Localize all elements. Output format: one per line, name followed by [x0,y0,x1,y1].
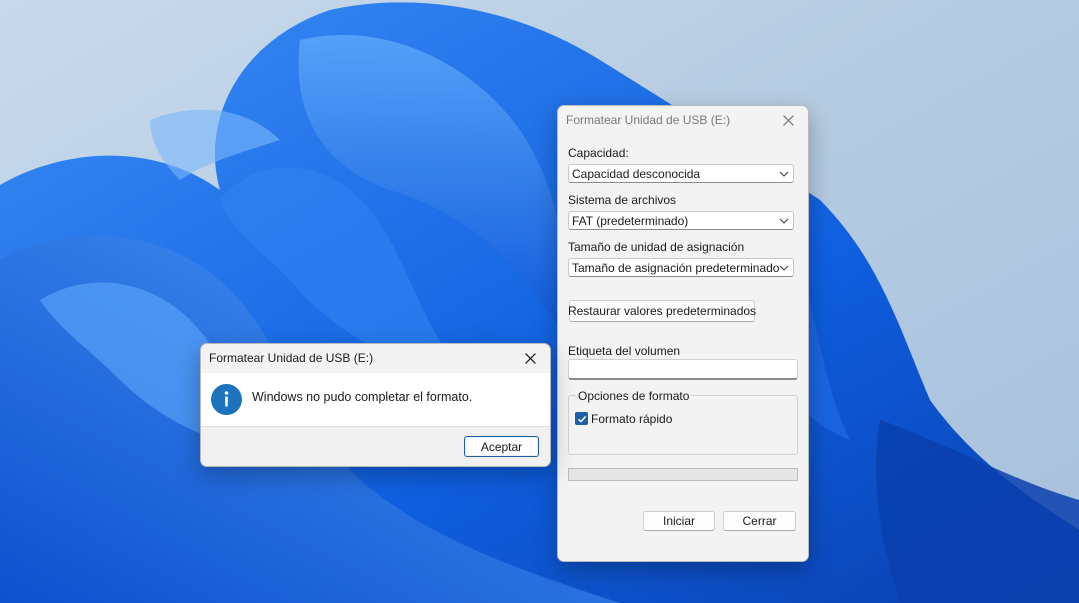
volume-label-input[interactable] [568,359,798,380]
chevron-down-icon [779,265,789,271]
message-box-close-button[interactable] [510,344,550,372]
info-icon [211,384,242,415]
format-options-title: Opciones de formato [576,389,692,403]
ok-button[interactable]: Aceptar [464,436,539,457]
capacity-label: Capacidad: [568,146,629,160]
quick-format-label[interactable]: Formato rápido [591,412,672,426]
message-box-title: Formatear Unidad de USB (E:) [209,351,374,365]
close-icon [782,114,794,126]
message-text: Windows no pudo completar el formato. [252,390,473,404]
desktop-wallpaper [0,0,1079,603]
format-dialog: Formatear Unidad de USB (E:) Capacidad: … [557,105,809,562]
close-icon [524,352,536,364]
allocation-unit-value: Tamaño de asignación predeterminado [572,261,780,275]
filesystem-dropdown[interactable]: FAT (predeterminado) [568,211,794,230]
chevron-down-icon [779,171,789,177]
format-dialog-close-button[interactable] [768,106,808,134]
capacity-dropdown[interactable]: Capacidad desconocida [568,164,794,183]
filesystem-value: FAT (predeterminado) [572,214,689,228]
format-dialog-title: Formatear Unidad de USB (E:) [566,113,731,127]
capacity-value: Capacidad desconocida [572,167,701,181]
chevron-down-icon [779,218,789,224]
format-dialog-titlebar[interactable]: Formatear Unidad de USB (E:) [558,106,808,134]
message-box-titlebar[interactable]: Formatear Unidad de USB (E:) [201,344,550,372]
restore-defaults-button[interactable]: Restaurar valores predeterminados [568,300,756,322]
message-box-footer: Aceptar [201,426,550,466]
start-button[interactable]: Iniciar [643,511,715,531]
filesystem-label: Sistema de archivos [568,193,677,207]
format-progress-bar [568,468,798,481]
allocation-unit-label: Tamaño de unidad de asignación [568,240,745,254]
error-message-box: Formatear Unidad de USB (E:) Windows no … [200,343,551,467]
message-box-body: Windows no pudo completar el formato. [201,373,550,426]
close-button[interactable]: Cerrar [723,511,796,531]
volume-label-label: Etiqueta del volumen [568,344,681,358]
checkmark-icon [577,415,586,423]
allocation-unit-dropdown[interactable]: Tamaño de asignación predeterminado [568,258,794,277]
quick-format-checkbox[interactable] [575,412,588,425]
